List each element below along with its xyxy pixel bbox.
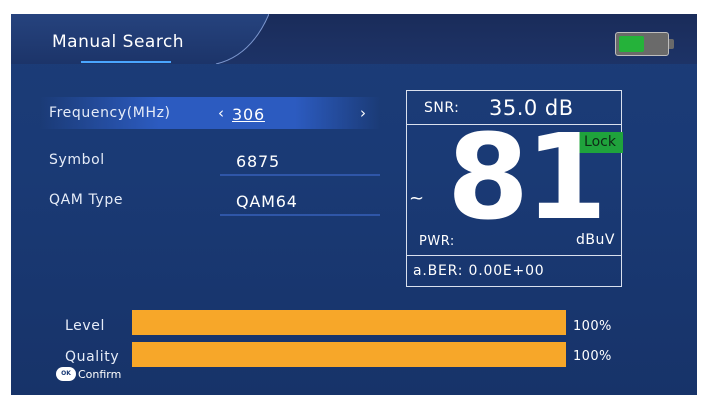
level-label: Level <box>65 318 105 334</box>
page-title: Manual Search <box>52 32 185 52</box>
level-bar-fill <box>132 310 566 335</box>
frequency-value[interactable]: 306 <box>232 105 265 124</box>
level-bar <box>132 310 566 335</box>
quality-label: Quality <box>65 349 120 365</box>
battery-body <box>615 32 669 56</box>
ber-readout: a.BER: 0.00E+00 <box>413 263 545 279</box>
row-divider <box>220 214 380 216</box>
pwr-label: PWR: <box>419 234 455 249</box>
symbol-value[interactable]: 6875 <box>236 152 280 171</box>
prev-arrow-icon[interactable]: ‹ <box>218 104 224 122</box>
manual-search-panel: Manual Search Frequency(MHz) ‹ 306 › Sym… <box>11 14 697 395</box>
battery-icon <box>615 32 675 56</box>
quality-bar <box>132 342 566 367</box>
battery-tip <box>669 39 674 49</box>
qam-type-label: QAM Type <box>49 192 124 208</box>
battery-level <box>619 36 644 52</box>
screen: Manual Search Frequency(MHz) ‹ 306 › Sym… <box>0 0 702 399</box>
ok-key-icon[interactable]: OK <box>56 367 76 381</box>
qam-type-value[interactable]: QAM64 <box>236 192 298 211</box>
frequency-row[interactable]: Frequency(MHz) ‹ 306 › <box>40 97 380 129</box>
confirm-hint: Confirm <box>78 368 122 381</box>
quality-bar-fill <box>132 342 566 367</box>
power-unit: dBuV <box>576 232 615 248</box>
approx-symbol: ~ <box>409 188 425 209</box>
quality-percent: 100% <box>573 349 612 364</box>
power-value: 81 <box>447 108 607 246</box>
next-arrow-icon[interactable]: › <box>360 104 366 122</box>
symbol-label: Symbol <box>49 152 105 168</box>
signal-info-box: SNR: 35.0 dB Lock ~ 81 PWR: dBuV a.BER: … <box>406 90 623 287</box>
title-tab: Manual Search <box>11 14 269 64</box>
symbol-row[interactable]: Symbol 6875 <box>40 144 380 176</box>
qam-type-row[interactable]: QAM Type QAM64 <box>40 184 380 216</box>
divider <box>407 255 621 256</box>
row-divider <box>220 174 380 176</box>
frequency-label: Frequency(MHz) <box>49 105 171 121</box>
header-bar: Manual Search <box>11 14 697 64</box>
level-percent: 100% <box>573 319 612 334</box>
